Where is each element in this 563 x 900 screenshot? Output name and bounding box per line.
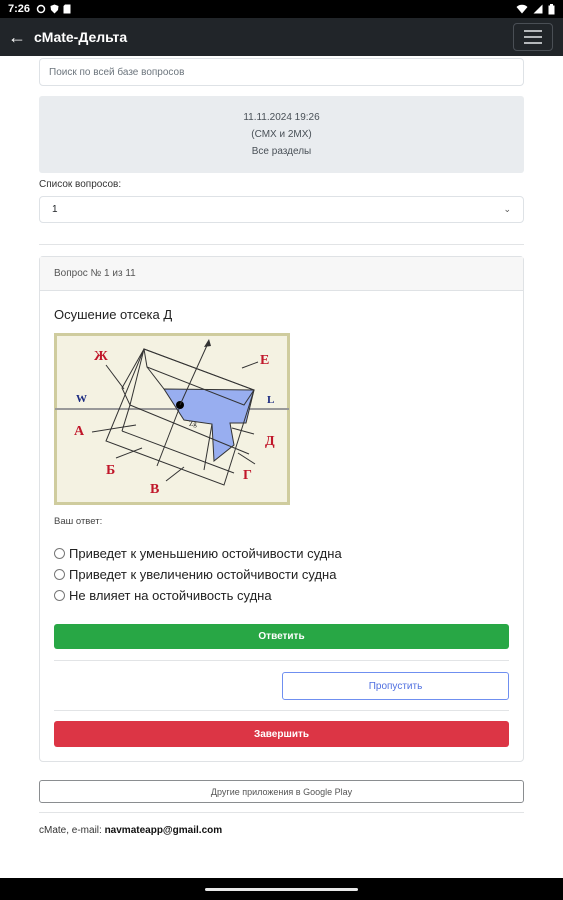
- sdcard-status-icon: [63, 4, 71, 14]
- app-bar: ← cMate-Дельта: [0, 18, 563, 56]
- status-icons-right: [516, 3, 555, 15]
- question-counter: Вопрос № 1 из 11: [40, 257, 523, 291]
- skip-row: Пропустить: [54, 672, 509, 700]
- test-sections: Все разделы: [251, 146, 312, 157]
- back-arrow-icon[interactable]: ←: [0, 27, 34, 48]
- search-input[interactable]: Поиск по всей базе вопросов: [39, 58, 524, 86]
- divider: [54, 660, 509, 661]
- app-title: cMate-Дельта: [34, 29, 128, 45]
- label-a: А: [74, 424, 85, 439]
- test-category: (СМХ и 2МХ): [251, 129, 312, 140]
- google-play-apps-button[interactable]: Другие приложения в Google Play: [39, 780, 524, 803]
- radio-button[interactable]: [54, 548, 65, 559]
- radio-button[interactable]: [54, 569, 65, 580]
- answer-label: Ваш ответ:: [54, 516, 103, 527]
- label-d: Д: [265, 434, 275, 449]
- answer-button[interactable]: Ответить: [54, 624, 509, 649]
- divider: [39, 244, 524, 245]
- question-select[interactable]: 1 ⌄: [39, 196, 524, 223]
- wifi-icon: [516, 4, 528, 14]
- skip-button[interactable]: Пропустить: [282, 672, 509, 700]
- question-select-value: 1: [52, 204, 58, 215]
- test-info-box: 11.11.2024 19:26 (СМХ и 2МХ) Все разделы: [39, 96, 524, 173]
- home-gesture-handle[interactable]: [205, 888, 358, 891]
- status-bar: 7:26: [0, 0, 563, 18]
- answer-option-label: Приведет к уменьшению остойчивости судна: [69, 546, 342, 561]
- answer-option[interactable]: Приведет к увеличению остойчивости судна: [54, 564, 509, 585]
- label-b: Б: [106, 463, 115, 478]
- chevron-down-icon: ⌄: [503, 204, 511, 214]
- question-title: Осушение отсека Д: [54, 307, 173, 322]
- battery-icon: [548, 3, 555, 14]
- question-card: Вопрос № 1 из 11 Осушение отсека Д Ж Е W…: [39, 256, 524, 762]
- label-zh: Ж: [94, 349, 108, 364]
- label-zg: Zg: [189, 420, 197, 428]
- question-list-label: Список вопросов:: [39, 179, 122, 190]
- answer-option[interactable]: Не влияет на остойчивость судна: [54, 585, 509, 606]
- label-v: В: [150, 482, 159, 497]
- label-g: Г: [243, 468, 252, 483]
- test-date: 11.11.2024 19:26: [243, 112, 320, 123]
- answer-option[interactable]: Приведет к уменьшению остойчивости судна: [54, 543, 509, 564]
- main-content: Поиск по всей базе вопросов 11.11.2024 1…: [39, 58, 524, 836]
- label-w: W: [76, 393, 87, 405]
- finish-button[interactable]: Завершить: [54, 721, 509, 747]
- footer-email[interactable]: navmateapp@gmail.com: [105, 825, 223, 836]
- radio-button[interactable]: [54, 590, 65, 601]
- answer-option-label: Не влияет на остойчивость судна: [69, 588, 272, 603]
- status-icons-left: [36, 4, 71, 14]
- question-card-body: Осушение отсека Д Ж Е W L А Д Б В Г Zg В…: [40, 291, 523, 761]
- compartment-diagram: Ж Е W L А Д Б В Г Zg: [54, 333, 290, 505]
- shield-status-icon: [50, 4, 59, 14]
- system-nav-bar: [0, 878, 563, 900]
- label-l: L: [267, 394, 274, 406]
- label-e: Е: [260, 353, 269, 368]
- status-time: 7:26: [8, 3, 31, 15]
- answer-option-label: Приведет к увеличению остойчивости судна: [69, 567, 337, 582]
- footer: cMate, e-mail: navmateapp@gmail.com: [39, 825, 524, 836]
- hamburger-menu-icon[interactable]: [513, 23, 553, 51]
- answer-options: Приведет к уменьшению остойчивости судна…: [54, 543, 509, 606]
- footer-prefix: cMate, e-mail:: [39, 825, 105, 836]
- divider: [39, 812, 524, 813]
- signal-icon: [533, 4, 543, 14]
- settings-status-icon: [36, 4, 46, 14]
- divider: [54, 710, 509, 711]
